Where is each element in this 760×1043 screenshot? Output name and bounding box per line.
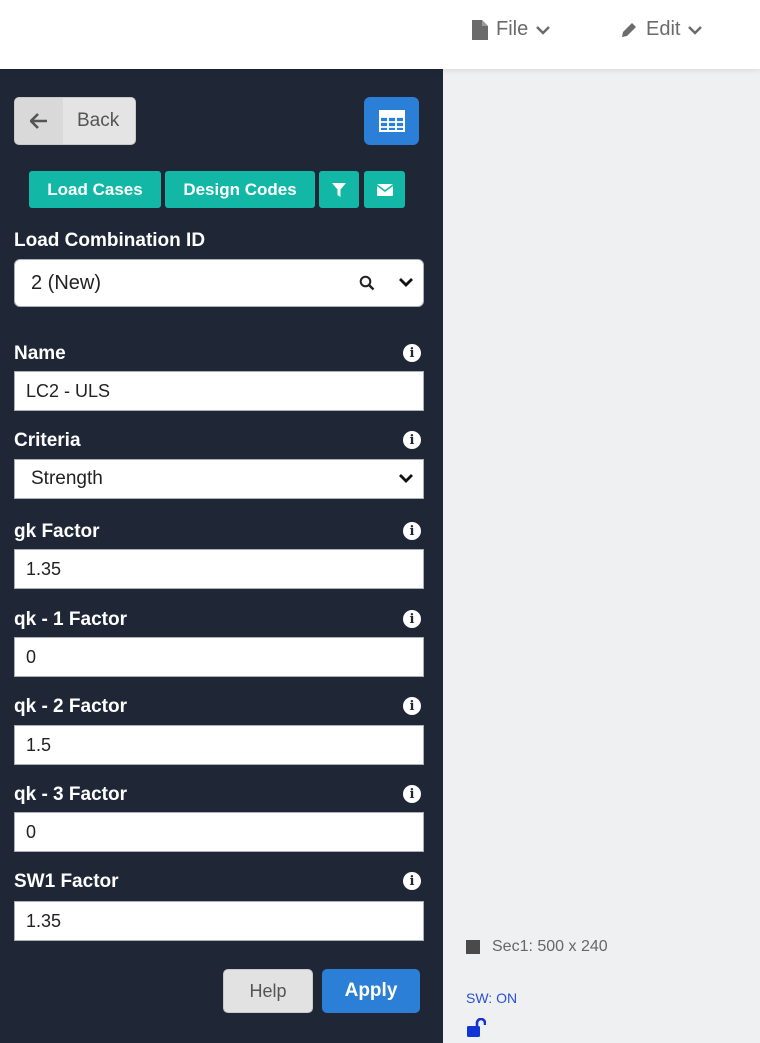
load-combination-id-label: Load Combination ID (14, 230, 206, 251)
filter-icon (332, 182, 346, 197)
drawing-canvas[interactable] (443, 69, 760, 1043)
apply-button[interactable]: Apply (322, 969, 420, 1013)
name-input[interactable]: LC2 - ULS (14, 371, 424, 411)
file-menu[interactable]: File (472, 18, 551, 41)
section-color-swatch (466, 940, 480, 954)
sw1-factor-input[interactable]: 1.35 (14, 901, 424, 941)
design-codes-button[interactable]: Design Codes (165, 171, 315, 208)
table-icon (378, 110, 405, 132)
search-icon (359, 275, 375, 291)
help-button[interactable]: Help (223, 969, 313, 1013)
criteria-label: Criteria (14, 430, 81, 451)
envelope-icon (376, 183, 393, 196)
name-label: Name (14, 343, 66, 364)
info-icon[interactable]: i (403, 610, 421, 628)
back-button-label: Back (77, 110, 120, 131)
chevron-down-icon (688, 25, 703, 35)
info-icon[interactable]: i (403, 872, 421, 890)
back-button[interactable]: Back (14, 97, 136, 145)
criteria-select[interactable]: Strength (14, 459, 424, 499)
section-legend: Sec1: 500 x 240 (466, 938, 608, 956)
criteria-value: Strength (31, 468, 103, 489)
chevron-down-icon (536, 25, 551, 35)
info-icon[interactable]: i (403, 522, 421, 540)
file-icon (472, 19, 488, 40)
load-cases-button[interactable]: Load Cases (29, 171, 161, 208)
chevron-down-icon (399, 278, 413, 287)
pencil-icon (622, 22, 636, 37)
qk1-factor-input[interactable]: 0 (14, 637, 424, 677)
info-icon[interactable]: i (403, 697, 421, 715)
edit-menu[interactable]: Edit (620, 18, 703, 41)
gk-factor-label: gk Factor (14, 521, 100, 542)
load-combination-id-value: 2 (New) (31, 271, 102, 294)
section-label: Sec1: 500 x 240 (492, 938, 608, 955)
email-button[interactable] (364, 171, 405, 208)
qk2-factor-input[interactable]: 1.5 (14, 725, 424, 765)
gk-factor-input[interactable]: 1.35 (14, 549, 424, 589)
load-combination-id-select[interactable]: 2 (New) (14, 259, 424, 307)
qk3-factor-input[interactable]: 0 (14, 812, 424, 852)
info-icon[interactable]: i (403, 785, 421, 803)
edit-menu-label: Edit (646, 18, 681, 40)
chevron-down-icon (399, 474, 413, 483)
qk1-factor-label: qk - 1 Factor (14, 609, 127, 630)
unlock-icon[interactable] (466, 1018, 486, 1038)
filter-button[interactable] (319, 171, 359, 208)
top-menu-bar: File Edit (0, 0, 760, 69)
info-icon[interactable]: i (403, 431, 421, 449)
self-weight-status[interactable]: SW: ON (466, 990, 517, 1006)
qk2-factor-label: qk - 2 Factor (14, 696, 127, 717)
arrow-left-icon (15, 98, 63, 144)
info-icon[interactable]: i (403, 344, 421, 362)
table-view-button[interactable] (364, 97, 419, 145)
sw1-factor-label: SW1 Factor (14, 871, 119, 892)
file-menu-label: File (496, 18, 529, 40)
qk3-factor-label: qk - 3 Factor (14, 784, 127, 805)
